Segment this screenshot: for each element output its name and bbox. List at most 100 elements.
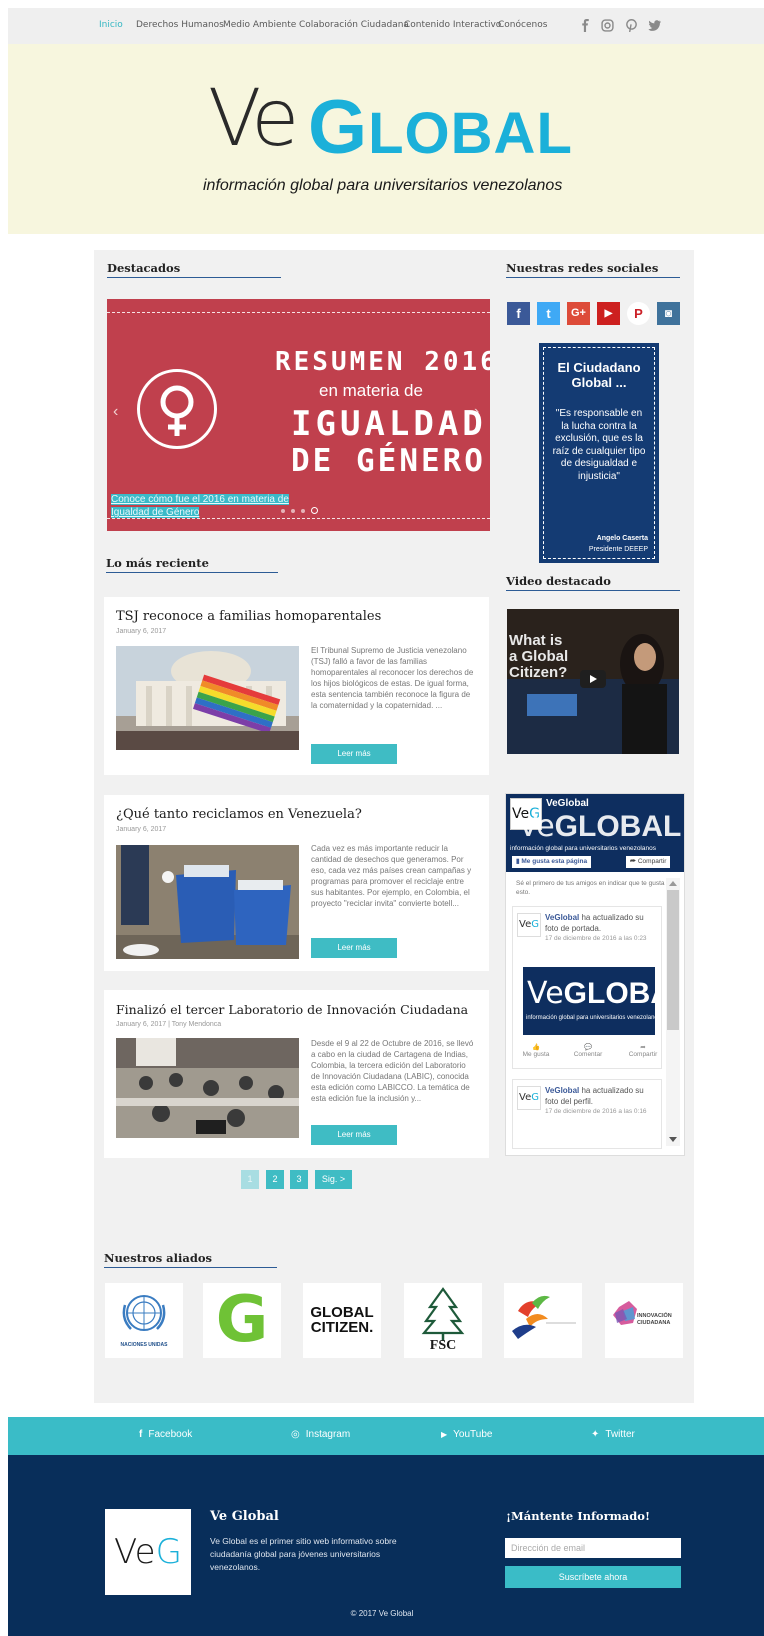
slide-dashline-top [107, 312, 490, 313]
featured-slider[interactable]: ‹ › RESUMEN 2016 en materia de IGUALDAD … [107, 299, 490, 531]
nav-item-inicio[interactable]: Inicio [99, 20, 123, 30]
swirl-logo-icon [512, 1295, 576, 1339]
nav-item-medio-ambiente[interactable]: Medio Ambiente [223, 20, 296, 30]
page-1-button[interactable]: 1 [241, 1170, 259, 1189]
slide-title-line4: DE GÉNERO [291, 443, 486, 479]
footer-twitter-link[interactable]: ✦ Twitter [591, 1429, 635, 1440]
youtube-icon: ▶ [441, 1430, 448, 1439]
post-image-rainbow-flag[interactable] [116, 646, 299, 750]
post-image-innovation-lab[interactable] [116, 1038, 299, 1138]
logo-ve[interactable]: Ve [208, 80, 299, 158]
footer-instagram-link[interactable]: ◎ Instagram [291, 1429, 350, 1440]
ally-logo-innovacion-ciudadana[interactable]: INNOVACIÓN CIUDADANA [605, 1283, 683, 1358]
subscribe-button[interactable]: Suscríbete ahora [505, 1566, 681, 1588]
scroll-thumb[interactable] [667, 890, 679, 1030]
twitter-icon[interactable] [648, 19, 661, 32]
footer-brand-title: Ve Global [210, 1509, 279, 1524]
fb-post-actions: 👍 Me gusta 💬 Comentar ➦ Compartir [521, 1043, 661, 1058]
post-title[interactable]: Finalizó el tercer Laboratorio de Innova… [116, 1002, 468, 1017]
post-meta: January 6, 2017 | Tony Mendonca [116, 1021, 222, 1028]
youtube-icon[interactable]: ▶ [597, 302, 620, 325]
fb-post-date: 17 de diciembre de 2016 a las 0:23 [545, 935, 647, 942]
pinterest-icon[interactable]: P [627, 302, 650, 325]
fb-comment-action[interactable]: 💬 Comentar [571, 1043, 605, 1058]
page-3-button[interactable]: 3 [290, 1170, 308, 1189]
section-title-video: Video destacado [506, 574, 680, 591]
fb-cover-tagline: información global para universitarios v… [510, 845, 656, 852]
fb-post-image-logo: VeGLOBA [527, 976, 655, 1011]
fb-post-date: 17 de diciembre de 2016 a las 0:16 [545, 1108, 647, 1115]
footer-logo[interactable]: VeG [105, 1509, 191, 1595]
featured-video[interactable]: What is a Global Citizen? [507, 609, 679, 754]
fb-post-image-tagline: información global para universitarios v… [526, 1015, 655, 1021]
slider-dot[interactable] [301, 509, 305, 513]
fb-post-image[interactable]: VeGLOBA información global para universi… [523, 967, 655, 1035]
slider-prev-icon[interactable]: ‹ [113, 403, 118, 421]
nav-item-colaboracion[interactable]: Colaboración Ciudadana [299, 20, 409, 30]
post-title[interactable]: ¿Qué tanto reciclamos en Venezuela? [116, 807, 362, 822]
copyright: © 2017 Ve Global [350, 1609, 414, 1618]
instagram-icon[interactable] [601, 19, 614, 32]
scroll-up-icon[interactable] [669, 881, 677, 886]
nav-item-derechos-humanos[interactable]: Derechos Humanos [136, 20, 224, 30]
facebook-icon[interactable]: f [507, 302, 530, 325]
footer-social-strip: f Facebook ◎ Instagram ▶ YouTube ✦ Twitter [8, 1417, 764, 1455]
slider-dot[interactable] [291, 509, 295, 513]
slider-dot[interactable] [281, 509, 285, 513]
next-page-button[interactable]: Sig. > [315, 1170, 352, 1189]
page-2-button[interactable]: 2 [266, 1170, 284, 1189]
fb-scrollbar[interactable] [666, 878, 680, 1146]
ally-logo-fsc[interactable]: FSC [404, 1283, 482, 1358]
footer-facebook-link[interactable]: f Facebook [139, 1429, 192, 1440]
logo-global[interactable]: GLOBAL [308, 90, 573, 166]
fb-share-action[interactable]: ➦ Compartir [625, 1043, 661, 1058]
ally-name: GLOBAL CITIZEN. [310, 1304, 374, 1336]
fb-cover[interactable]: VeG VeGlobal VeGLOBAL información global… [506, 794, 684, 872]
fb-like-button[interactable]: ▮ Me gusta esta página [512, 856, 592, 868]
read-more-button[interactable]: Leer más [311, 1125, 397, 1145]
section-title-aliados: Nuestros aliados [104, 1251, 277, 1268]
nav-item-conocenos[interactable]: Conócenos [498, 20, 547, 30]
ally-logo-swirl[interactable] [504, 1283, 582, 1358]
play-button[interactable] [580, 670, 606, 688]
slider-dot-active[interactable] [311, 507, 318, 514]
fb-post-avatar[interactable]: VeG [517, 913, 541, 937]
venus-symbol-icon [137, 369, 217, 449]
ally-name: INNOVACIÓN CIUDADANA [637, 1313, 672, 1326]
ally-logo-un[interactable]: NACIONES UNIDAS [105, 1283, 183, 1358]
ally-name: FSC [429, 1338, 457, 1353]
ally-logo-global-citizen[interactable]: GLOBAL CITIZEN. [303, 1283, 381, 1358]
post-title[interactable]: TSJ reconoce a familias homoparentales [116, 609, 381, 624]
ally-logo-green-g[interactable]: G [203, 1283, 281, 1358]
scroll-down-icon[interactable] [669, 1137, 677, 1142]
pinterest-icon[interactable] [625, 19, 638, 32]
post-date: January 6, 2017 [116, 628, 167, 635]
post-card: TSJ reconoce a familias homoparentales J… [104, 597, 489, 775]
post-card: ¿Qué tanto reciclamos en Venezuela? Janu… [104, 795, 489, 971]
ally-name: G [215, 1283, 269, 1357]
fb-like-action[interactable]: 👍 Me gusta [521, 1043, 551, 1058]
nav-item-contenido[interactable]: Contenido Interactivo [404, 20, 501, 30]
email-input[interactable] [505, 1538, 681, 1558]
post-image-recycling-bins[interactable] [116, 845, 299, 959]
post-excerpt: Cada vez es más importante reducir la ca… [311, 844, 472, 908]
google-plus-icon[interactable]: G+ [567, 302, 590, 325]
logo-global-g: G [308, 85, 369, 170]
quote-role: Presidente DEEEP [588, 546, 648, 553]
footer-youtube-link[interactable]: ▶ YouTube [441, 1429, 492, 1440]
facebook-icon[interactable] [579, 19, 592, 32]
read-more-button[interactable]: Leer más [311, 938, 397, 958]
twitter-icon[interactable]: t [537, 302, 560, 325]
read-more-button[interactable]: Leer más [311, 744, 397, 764]
fb-share-button[interactable]: ⮫ Compartir [626, 856, 671, 868]
slide-caption-link[interactable]: Conoce cómo fue el 2016 en materia de Ig… [111, 493, 326, 519]
fb-page-name[interactable]: VeGlobal [546, 798, 589, 809]
slider-dots [281, 507, 318, 514]
post-date: January 6, 2017 [116, 826, 167, 833]
section-title-reciente: Lo más reciente [106, 556, 278, 573]
instagram-icon[interactable]: ◙ [657, 302, 680, 325]
section-title-redes: Nuestras redes sociales [506, 261, 680, 278]
fb-post-avatar[interactable]: VeG [517, 1086, 541, 1110]
fb-post-text: VeGlobal ha actualizado su foto de porta… [545, 913, 644, 933]
instagram-icon: ◎ [291, 1429, 300, 1440]
